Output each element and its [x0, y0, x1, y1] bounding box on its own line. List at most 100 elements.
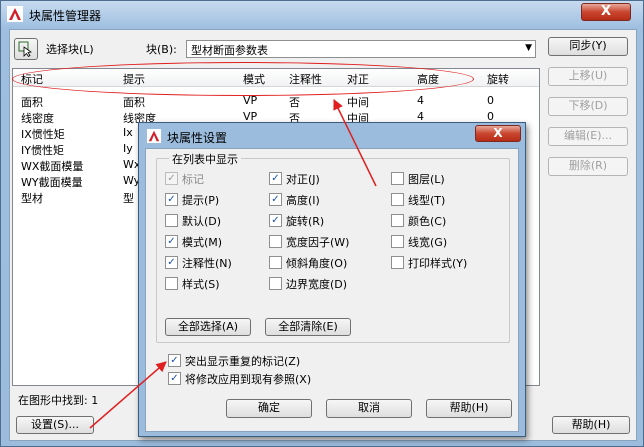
table-cell: 型材	[21, 192, 43, 205]
checkbox-check-icon: ✓	[269, 213, 282, 227]
found-in-drawing-status: 在图形中找到: 1	[18, 394, 99, 407]
checkbox-label: 高度(I)	[286, 194, 320, 207]
checkbox-label: 对正(J)	[286, 173, 320, 186]
table-cell: Iy	[123, 142, 133, 155]
display-in-list-group: 在列表中显示 ✓ 标记 ✓ 对正(J) 图层(L) ✓ 提示(P) ✓ 高度(I) 线型(T) 默认…	[156, 151, 510, 343]
checkbox-check-icon	[269, 234, 282, 248]
checkbox-check-icon	[165, 276, 178, 290]
display-option-checkbox[interactable]: 样式(S)	[165, 276, 220, 292]
window-title: 块属性管理器	[29, 9, 102, 23]
table-cell: 线密度	[21, 112, 54, 125]
checkbox-check-icon	[269, 255, 282, 269]
annotation-ellipse	[12, 62, 474, 96]
table-cell: WY截面模量	[21, 176, 83, 189]
block-attribute-settings-dialog: 块属性设置 X 在列表中显示 ✓ 标记 ✓ 对正(J) 图层(L) ✓ 提示(P) ✓ 高度(I…	[138, 122, 526, 437]
checkbox-check-icon	[391, 192, 404, 206]
checkbox-check-icon	[269, 276, 282, 290]
sync-button[interactable]: 同步(Y)	[548, 37, 628, 56]
settings-button[interactable]: 设置(S)...	[16, 416, 94, 434]
checkbox-check-icon	[391, 213, 404, 227]
ok-button[interactable]: 确定	[226, 399, 312, 418]
move-down-button[interactable]: 下移(D)	[548, 97, 628, 116]
checkbox-check-icon: ✓	[269, 192, 282, 206]
checkbox-check-icon	[391, 234, 404, 248]
checkbox-label: 样式(S)	[182, 278, 220, 291]
display-option-checkbox[interactable]: 线宽(G)	[391, 234, 447, 250]
checkbox-check-icon: ✓	[165, 255, 178, 269]
checkbox-label: 宽度因子(W)	[286, 236, 350, 249]
clear-all-button[interactable]: 全部清除(E)	[265, 318, 351, 336]
display-option-checkbox[interactable]: 图层(L)	[391, 171, 445, 187]
window-close-button[interactable]: X	[581, 3, 631, 21]
display-option-checkbox[interactable]: 边界宽度(D)	[269, 276, 347, 292]
select-block-label: 选择块(L)	[46, 43, 94, 56]
checkbox-label: 默认(D)	[182, 215, 222, 228]
display-option-checkbox[interactable]: 默认(D)	[165, 213, 221, 229]
delete-button[interactable]: 删除(R)	[548, 157, 628, 176]
select-block-button[interactable]	[14, 38, 38, 60]
autocad-logo-icon	[147, 129, 161, 143]
dialog-close-button[interactable]: X	[475, 125, 521, 142]
apply-to-existing-checkbox[interactable]: ✓ 将修改应用到现有参照(X)	[168, 371, 311, 387]
display-option-checkbox[interactable]: ✓ 标记	[165, 171, 204, 187]
checkbox-label: 线型(T)	[408, 194, 446, 207]
table-cell: 中间	[347, 96, 369, 109]
table-cell: IX惯性矩	[21, 128, 65, 141]
select-all-button[interactable]: 全部选择(A)	[165, 318, 251, 336]
checkbox-check-icon	[391, 255, 404, 269]
dialog-title: 块属性设置	[167, 131, 228, 145]
highlight-duplicates-checkbox[interactable]: ✓ 突出显示重复的标记(Z)	[168, 353, 300, 369]
checkbox-label: 打印样式(Y)	[408, 257, 468, 270]
checkbox-check-icon	[391, 171, 404, 185]
display-option-checkbox[interactable]: 线型(T)	[391, 192, 445, 208]
edit-button[interactable]: 编辑(E)...	[548, 127, 628, 146]
display-option-checkbox[interactable]: 颜色(C)	[391, 213, 446, 229]
checkbox-check-icon: ✓	[168, 371, 181, 385]
checkbox-label: 倾斜角度(O)	[286, 257, 348, 270]
table-cell: 4	[417, 94, 424, 107]
display-option-checkbox[interactable]: ✓ 模式(M)	[165, 234, 222, 250]
cancel-button[interactable]: 取消	[326, 399, 412, 418]
checkbox-label: 提示(P)	[182, 194, 220, 207]
column-header[interactable]: 旋转	[487, 71, 509, 87]
table-cell: IY惯性矩	[21, 144, 64, 157]
checkbox-check-icon: ✓	[269, 171, 282, 185]
autocad-logo-icon	[7, 6, 23, 22]
checkbox-label: 边界宽度(D)	[286, 278, 348, 291]
display-option-checkbox[interactable]: 宽度因子(W)	[269, 234, 349, 250]
group-title: 在列表中显示	[169, 151, 241, 167]
dialog-client-area: 在列表中显示 ✓ 标记 ✓ 对正(J) 图层(L) ✓ 提示(P) ✓ 高度(I) 线型(T) 默认…	[145, 148, 519, 432]
checkbox-label: 注释性(N)	[182, 257, 232, 270]
checkbox-check-icon: ✓	[168, 353, 181, 367]
display-option-checkbox[interactable]: 打印样式(Y)	[391, 255, 467, 271]
display-option-checkbox[interactable]: ✓ 高度(I)	[269, 192, 320, 208]
checkbox-label: 标记	[182, 173, 204, 186]
display-option-checkbox[interactable]: ✓ 注释性(N)	[165, 255, 232, 271]
table-cell: 型	[123, 192, 134, 205]
checkbox-label: 颜色(C)	[408, 215, 447, 228]
block-dropdown[interactable]: 型材断面参数表 ▼	[186, 40, 536, 58]
block-dropdown-value: 型材断面参数表	[191, 44, 268, 57]
help-button[interactable]: 帮助(H)	[552, 416, 630, 434]
display-option-checkbox[interactable]: 倾斜角度(O)	[269, 255, 347, 271]
display-option-checkbox[interactable]: ✓ 提示(P)	[165, 192, 219, 208]
table-cell: 面积	[21, 96, 43, 109]
table-cell: 0	[487, 94, 494, 107]
checkbox-label: 旋转(R)	[286, 215, 325, 228]
dialog-help-button[interactable]: 帮助(H)	[426, 399, 512, 418]
table-cell: 否	[289, 96, 300, 109]
checkbox-label: 线宽(G)	[408, 236, 448, 249]
checkbox-check-icon: ✓	[165, 234, 178, 248]
checkbox-label: 模式(M)	[182, 236, 223, 249]
move-up-button[interactable]: 上移(U)	[548, 67, 628, 86]
pick-cursor-icon	[18, 41, 33, 58]
checkbox-label: 图层(L)	[408, 173, 445, 186]
chevron-down-icon: ▼	[525, 43, 532, 53]
table-cell: Ix	[123, 126, 133, 139]
table-cell: WX截面模量	[21, 160, 84, 173]
checkbox-check-icon: ✓	[165, 192, 178, 206]
checkbox-check-icon: ✓	[165, 171, 178, 185]
display-option-checkbox[interactable]: ✓ 对正(J)	[269, 171, 320, 187]
display-option-checkbox[interactable]: ✓ 旋转(R)	[269, 213, 324, 229]
table-cell: 面积	[123, 96, 145, 109]
